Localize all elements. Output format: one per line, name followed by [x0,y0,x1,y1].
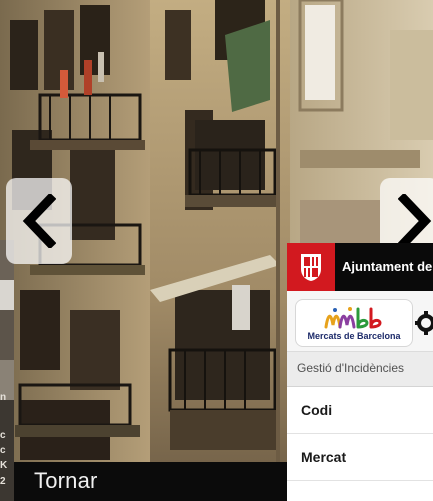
chevron-left-icon [22,194,56,248]
codi-field-label: Codi [301,402,333,418]
previous-slide-button[interactable] [6,178,72,264]
peek-text: c [0,430,6,441]
app-screen-preview: Ajuntament de Barcelona Mercats de Barce… [287,243,433,501]
logo-text: Mercats de Barcelona [307,331,401,341]
app-header: Ajuntament de Barcelona [287,243,433,291]
barcelona-crest-icon [287,243,335,291]
section-title-label: Gestió d'Incidències [297,361,405,375]
settings-button[interactable] [415,311,433,335]
peek-text: K [0,460,8,471]
chevron-right-icon [398,194,432,248]
peek-text: n [0,392,7,403]
mercat-field-label: Mercat [301,449,347,465]
mercat-field[interactable]: Mercat [287,434,433,481]
peek-text: c [0,445,6,456]
mercats-logo: Mercats de Barcelona [295,299,413,347]
header-title: Ajuntament de Barcelona [342,259,433,274]
previous-slide-peek: n c c K 2 [0,240,14,501]
codi-field[interactable]: Codi [287,387,433,434]
gear-icon [415,311,433,335]
peek-text: 2 [0,476,6,487]
section-title: Gestió d'Incidències [287,352,433,387]
logo-row: Mercats de Barcelona [287,291,433,352]
back-button[interactable]: Tornar [14,462,287,501]
back-button-label: Tornar [34,468,98,493]
mmbb-logo-icon [324,307,382,329]
